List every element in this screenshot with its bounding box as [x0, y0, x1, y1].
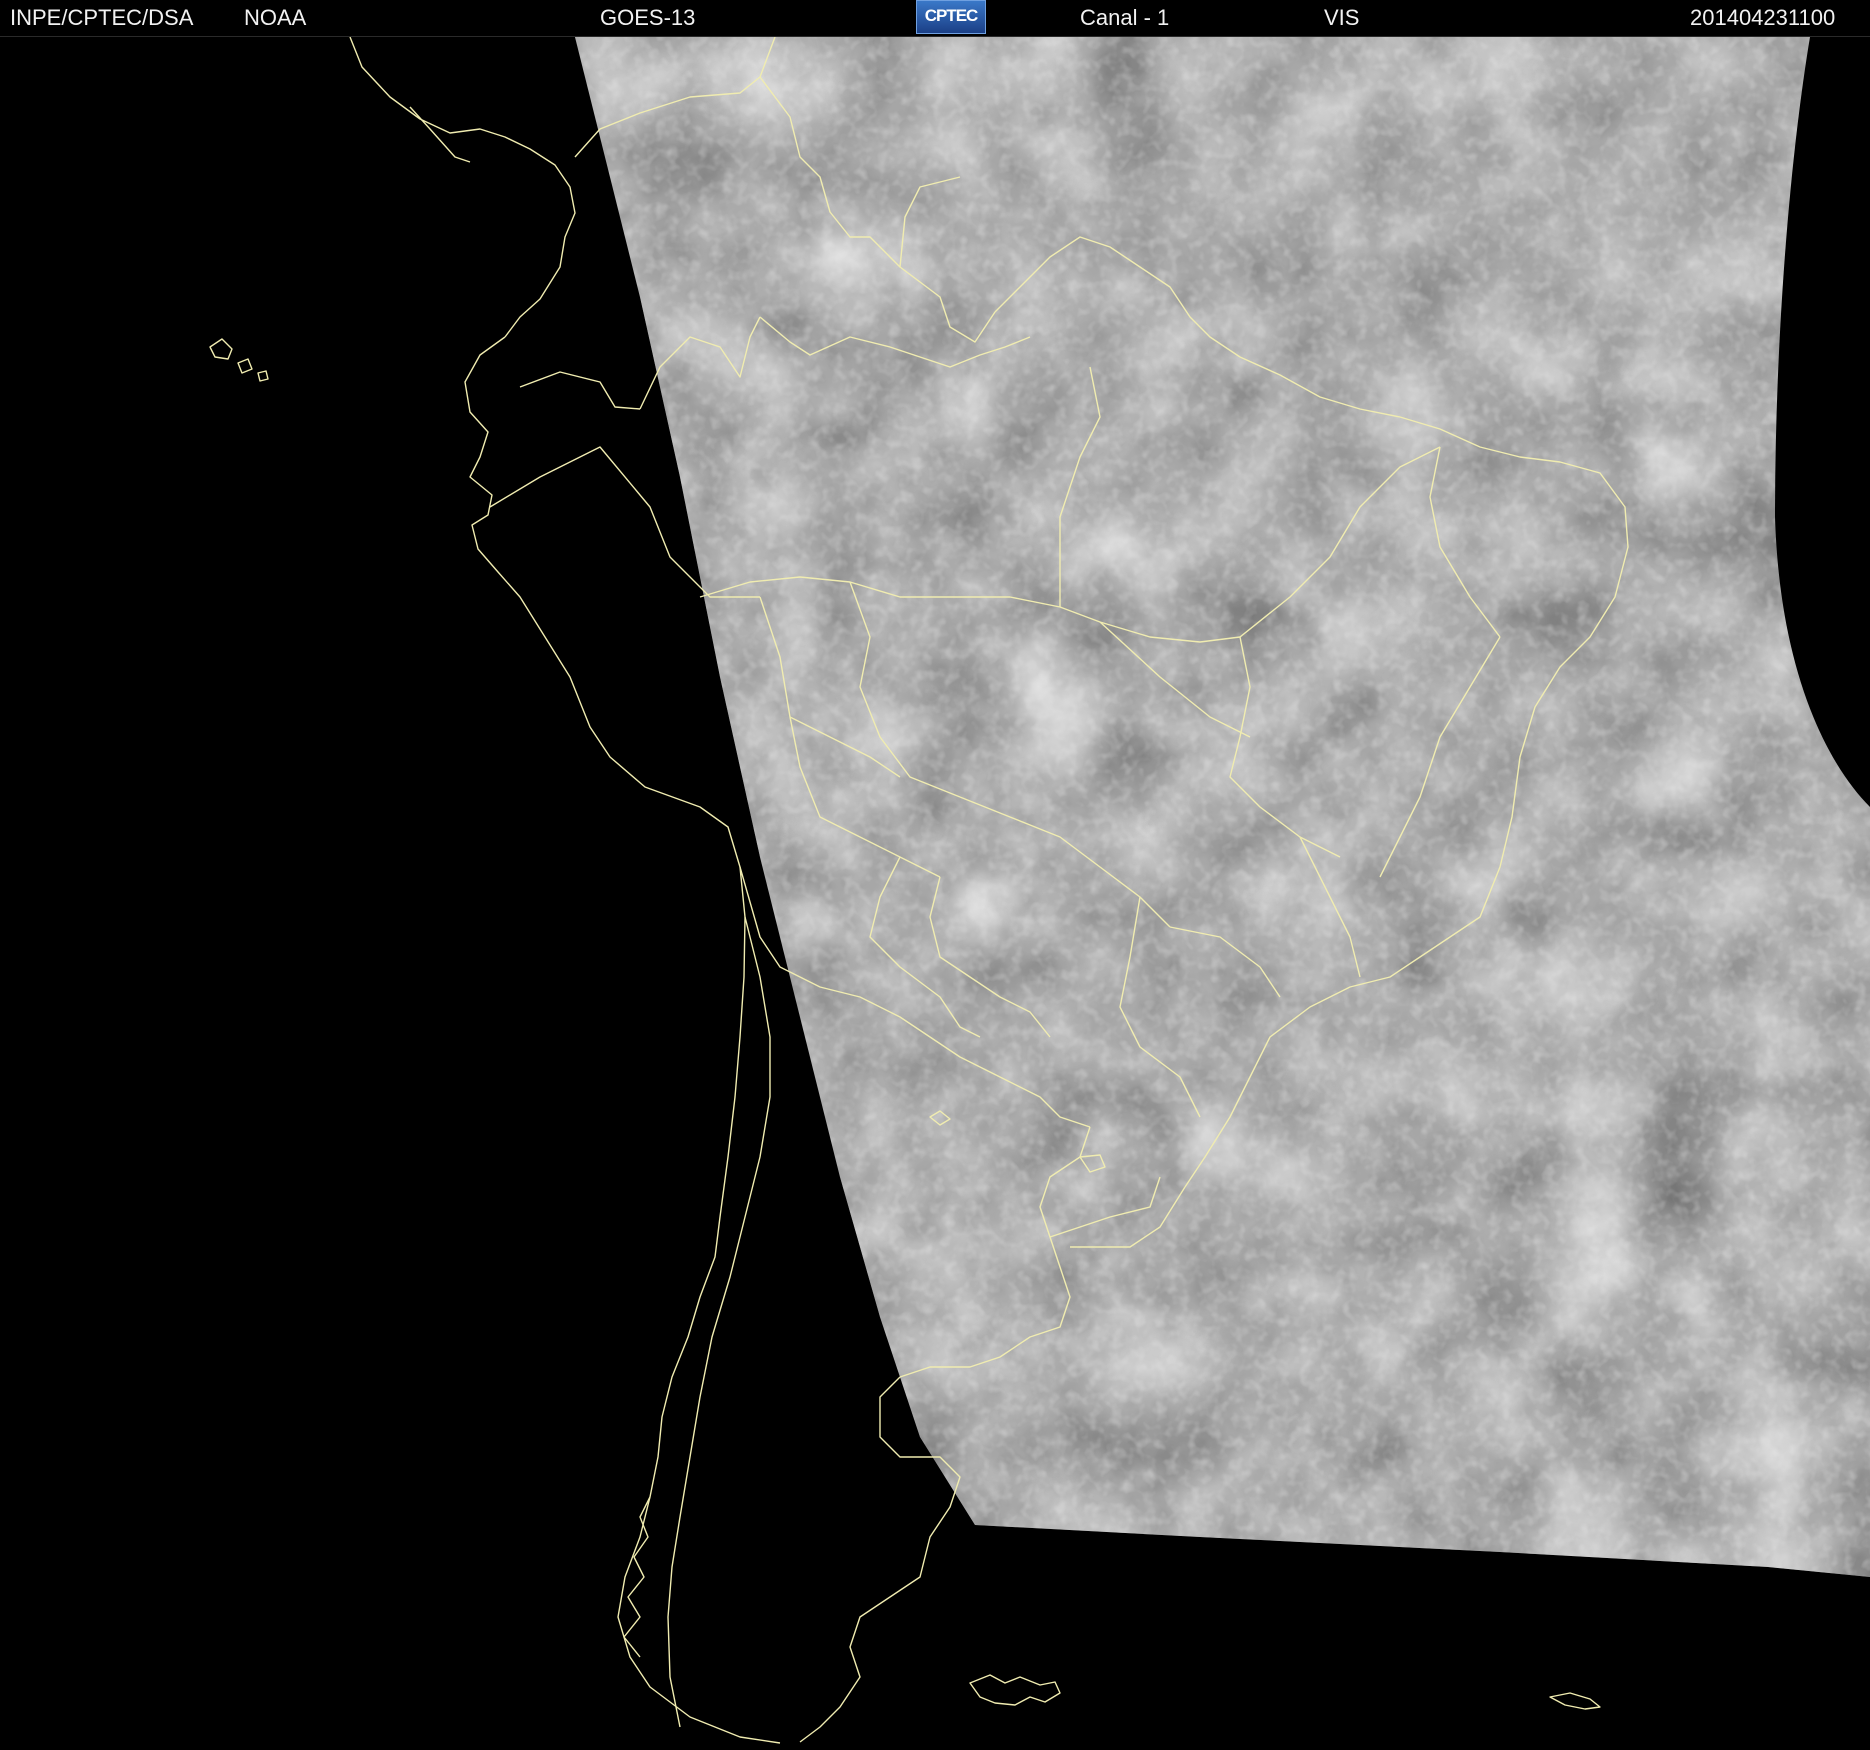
channel-label: Canal - 1 [1080, 5, 1170, 30]
source-label: NOAA [244, 5, 307, 30]
daylight-swath [575, 37, 1870, 1577]
satellite-image [0, 37, 1870, 1750]
image-header: INPE/CPTEC/DSA NOAA GOES-13 CPTEC Canal … [0, 0, 1870, 37]
band-label: VIS [1324, 5, 1360, 30]
timestamp-label: 201404231100 [1690, 5, 1836, 30]
satellite-map-svg [209, 37, 1870, 1744]
satellite-label: GOES-13 [600, 5, 696, 30]
logo-text: CPTEC [924, 6, 979, 25]
cptec-logo-icon: CPTEC [916, 0, 986, 34]
agency-label: INPE/CPTEC/DSA [10, 5, 194, 30]
